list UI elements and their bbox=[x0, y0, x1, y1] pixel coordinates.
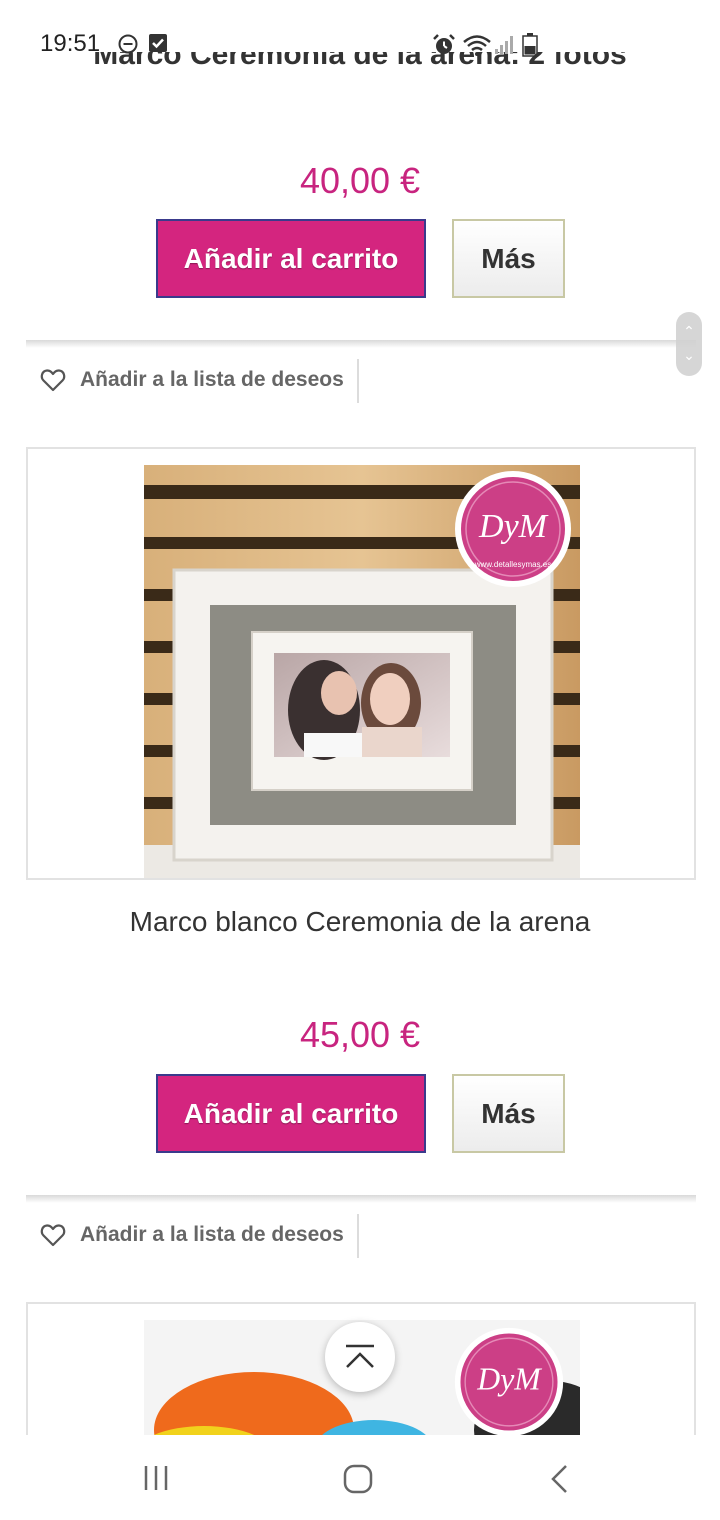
product-price: 45,00 € bbox=[299, 1014, 421, 1055]
status-bar: 19:51 bbox=[0, 0, 720, 60]
scroll-down-icon: ⌄ bbox=[683, 347, 695, 363]
divider bbox=[26, 1195, 696, 1203]
add-to-wishlist-link[interactable]: Añadir a la lista de deseos bbox=[40, 1214, 344, 1256]
back-icon[interactable] bbox=[548, 1463, 570, 1495]
navigation-bar bbox=[0, 1435, 720, 1520]
heart-icon bbox=[40, 1224, 66, 1247]
add-to-wishlist-link[interactable]: Añadir a la lista de deseos bbox=[40, 359, 344, 401]
previous-product-price: 40,00 € bbox=[299, 160, 421, 201]
scroll-up-icon: ⌃ bbox=[683, 323, 695, 339]
home-icon[interactable] bbox=[342, 1463, 374, 1495]
wifi-icon bbox=[463, 35, 491, 56]
brand-badge-icon: DyM www.detallesymas.es bbox=[455, 471, 571, 587]
heart-icon bbox=[40, 369, 66, 392]
product-title[interactable]: Marco blanco Ceremonia de la arena bbox=[0, 906, 720, 938]
scroll-indicator[interactable]: ⌃ ⌄ bbox=[676, 312, 702, 376]
badge-text: DyM bbox=[478, 508, 549, 545]
battery-icon bbox=[522, 33, 538, 57]
do-not-disturb-icon bbox=[118, 34, 138, 54]
alarm-icon bbox=[433, 34, 455, 54]
more-button[interactable]: Más bbox=[452, 219, 565, 298]
wishlist-separator bbox=[357, 1214, 359, 1258]
wishlist-separator bbox=[357, 359, 359, 403]
wishlist-label: Añadir a la lista de deseos bbox=[80, 1223, 344, 1246]
product-image-card[interactable]: DyM www.detallesymas.es bbox=[26, 447, 696, 880]
back-to-top-button[interactable] bbox=[325, 1322, 395, 1392]
checkbox-notification-icon bbox=[149, 34, 167, 52]
badge-text: DyM bbox=[476, 1361, 542, 1396]
status-time: 19:51 bbox=[40, 30, 101, 57]
add-to-cart-button[interactable]: Añadir al carrito bbox=[156, 219, 426, 298]
arrow-up-icon bbox=[346, 1344, 374, 1368]
wishlist-label: Añadir a la lista de deseos bbox=[80, 368, 344, 391]
more-button[interactable]: Más bbox=[452, 1074, 565, 1153]
divider bbox=[26, 340, 696, 348]
badge-url: www.detallesymas.es bbox=[474, 560, 551, 569]
brand-badge-icon: DyM bbox=[454, 1327, 564, 1437]
product-image[interactable]: DyM www.detallesymas.es bbox=[144, 465, 580, 878]
signal-icon bbox=[495, 36, 513, 54]
add-to-cart-button[interactable]: Añadir al carrito bbox=[156, 1074, 426, 1153]
recent-apps-icon[interactable] bbox=[142, 1463, 170, 1493]
